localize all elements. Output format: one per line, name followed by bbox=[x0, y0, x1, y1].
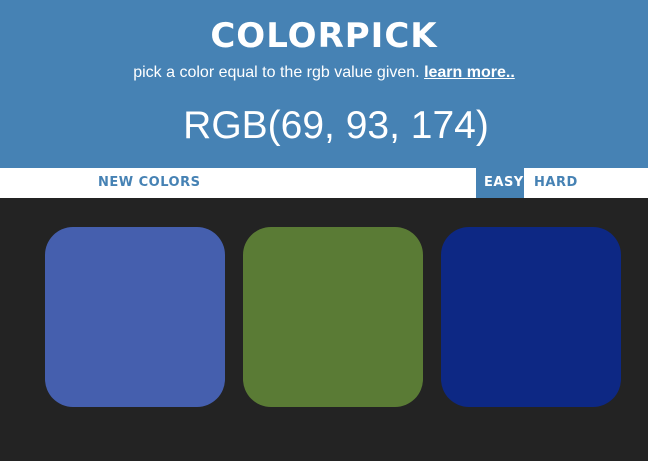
header: COLORPICK pick a color equal to the rgb … bbox=[0, 0, 648, 168]
color-square-1[interactable] bbox=[45, 227, 225, 407]
color-square-2[interactable] bbox=[243, 227, 423, 407]
hard-mode-button[interactable]: HARD bbox=[526, 168, 584, 198]
rgb-target-display: RGB(69, 93, 174) bbox=[183, 104, 489, 147]
easy-mode-button[interactable]: EASY bbox=[476, 168, 524, 198]
instructions: pick a color equal to the rgb value give… bbox=[0, 62, 648, 84]
game-title: COLORPICK bbox=[210, 16, 438, 56]
learn-more-link[interactable]: learn more.. bbox=[424, 64, 515, 81]
new-colors-button[interactable]: NEW COLORS bbox=[90, 168, 209, 198]
control-bar: NEW COLORS EASY HARD bbox=[0, 168, 648, 198]
instructions-text: pick a color equal to the rgb value give… bbox=[133, 64, 425, 81]
color-square-3[interactable] bbox=[441, 227, 621, 407]
